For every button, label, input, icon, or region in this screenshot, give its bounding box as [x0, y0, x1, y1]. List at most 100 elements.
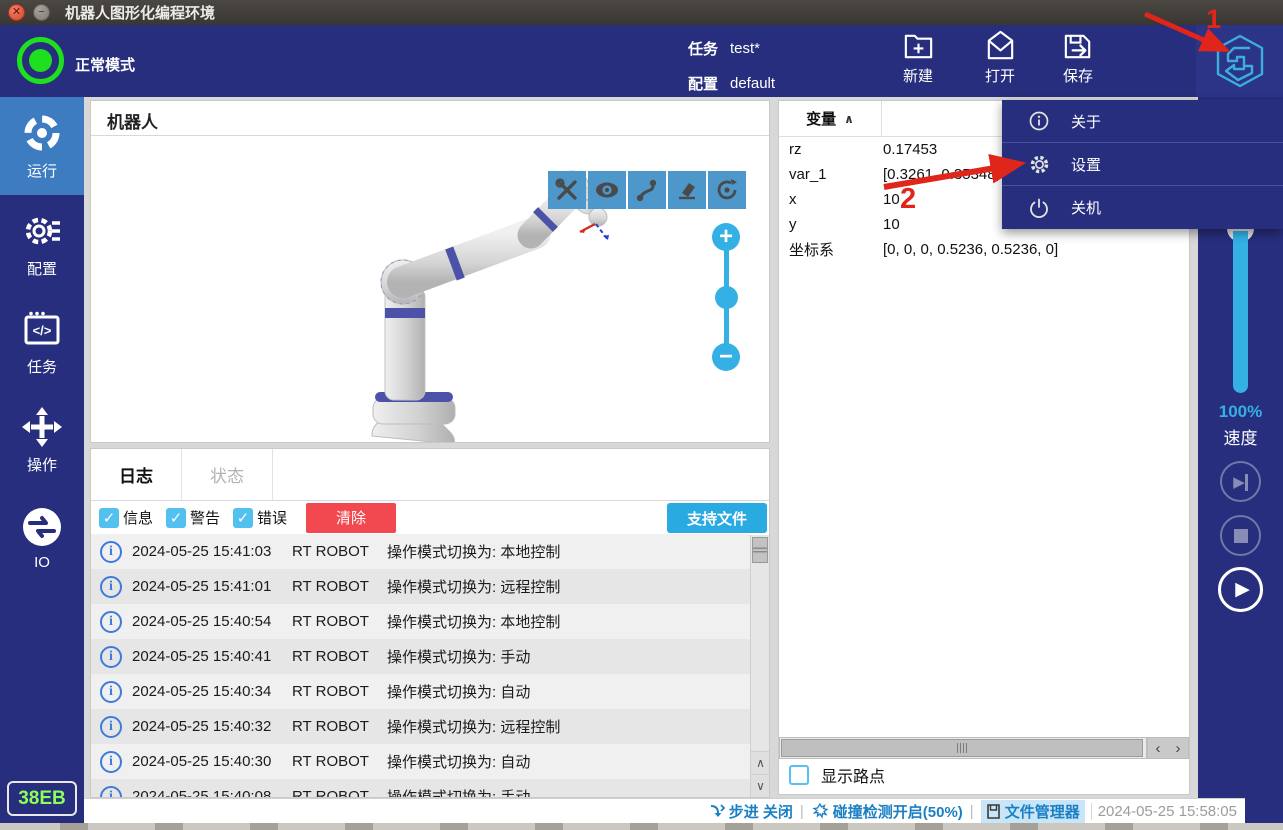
clear-logs-button[interactable]: 清除 — [306, 503, 396, 533]
visibility-button[interactable] — [588, 171, 626, 209]
sidebar-item-config[interactable]: 配置 — [0, 195, 84, 293]
app-menu-button[interactable] — [1196, 25, 1283, 97]
menu-item-settings[interactable]: 设置 — [1002, 143, 1283, 186]
sidebar-item-task[interactable]: </> 任务 — [0, 293, 84, 391]
viewport-toolbar — [548, 171, 746, 209]
show-waypoints-checkbox[interactable] — [789, 765, 809, 785]
desktop-background-strip — [0, 823, 1283, 830]
sidebar-item-io[interactable]: IO — [0, 489, 84, 587]
log-row: i 2024-05-25 15:41:03 RT ROBOT 操作模式切换为: … — [91, 534, 750, 569]
variable-row: 坐标系 [0, 0, 0, 0.5236, 0.5236, 0] — [779, 237, 1189, 262]
task-value: test* — [730, 40, 760, 57]
collision-icon — [811, 803, 829, 819]
info-icon: i — [100, 646, 122, 668]
log-row: i 2024-05-25 15:40:32 RT ROBOT 操作模式切换为: … — [91, 709, 750, 744]
eraser-icon — [674, 177, 700, 203]
path-button[interactable] — [628, 171, 666, 209]
info-icon: i — [100, 751, 122, 773]
config-value: default — [730, 75, 775, 92]
mode-label: 正常模式 — [75, 54, 135, 75]
separator: | — [800, 803, 804, 820]
skip-icon: ▶ — [1233, 473, 1248, 491]
svg-text:</>: </> — [33, 323, 52, 338]
new-folder-icon — [901, 29, 936, 64]
log-panel: 日志 状态 信息 警告 错误 清除 支持文件 i 2024-05-25 15:4… — [90, 448, 770, 798]
status-bar: 步进 关闭 | 碰撞检测开启(50%) | 文件管理器 2024-05-25 1… — [84, 798, 1245, 823]
variables-h-scrollbar-thumb[interactable] — [781, 739, 1143, 757]
speed-slider-track[interactable] — [1233, 231, 1248, 393]
reset-view-button[interactable] — [708, 171, 746, 209]
collision-detection-status[interactable]: 碰撞检测开启(50%) — [811, 801, 963, 822]
erase-button[interactable] — [668, 171, 706, 209]
spline-path-icon — [634, 177, 660, 203]
brand-logo-icon — [1214, 33, 1266, 89]
filter-info-label: 信息 — [123, 507, 153, 528]
save-icon — [1061, 29, 1096, 64]
log-scrollbar[interactable]: ∧ ∨ — [750, 535, 769, 797]
power-icon — [1028, 197, 1050, 219]
show-waypoints-label: 显示路点 — [821, 763, 885, 787]
support-files-button[interactable]: 支持文件 — [667, 503, 767, 533]
info-icon: i — [100, 541, 122, 563]
variables-h-scrollbar[interactable] — [779, 737, 1147, 759]
info-icon: i — [100, 716, 122, 738]
menu-item-shutdown[interactable]: 关机 — [1002, 186, 1283, 229]
log-row: i 2024-05-25 15:40:08 RT ROBOT 操作模式切换为: … — [91, 779, 750, 798]
menu-item-about[interactable]: 关于 — [1002, 100, 1283, 143]
top-app-bar: 正常模式 任务 test* 配置 default 新建 打开 — [0, 25, 1283, 97]
speed-label: 速度 — [1198, 424, 1283, 449]
play-icon: ▶ — [1235, 578, 1250, 601]
config-label: 配置 — [688, 73, 724, 94]
filter-error-label: 错误 — [257, 507, 287, 528]
stop-icon — [1234, 529, 1248, 543]
stop-button[interactable] — [1220, 515, 1261, 556]
log-list: i 2024-05-25 15:41:03 RT ROBOT 操作模式切换为: … — [91, 534, 750, 797]
tools-icon — [554, 177, 580, 203]
log-filter-bar: 信息 警告 错误 清除 支持文件 — [91, 501, 769, 534]
device-id-badge: 38EB — [7, 781, 77, 816]
save-task-button[interactable]: 保存 — [1046, 29, 1110, 95]
nav-sidebar: 运行 配置 </> 任务 操作 — [0, 97, 84, 823]
sidebar-item-run[interactable]: 运行 — [0, 97, 84, 195]
tools-button[interactable] — [548, 171, 586, 209]
zoom-slider-knob[interactable] — [715, 286, 738, 309]
new-task-button[interactable]: 新建 — [886, 29, 950, 95]
zoom-out-button[interactable]: − — [712, 343, 740, 371]
info-icon: i — [100, 681, 122, 703]
show-waypoints-row: 显示路点 — [789, 763, 885, 787]
separator: | — [970, 803, 974, 820]
play-button[interactable]: ▶ — [1218, 567, 1263, 612]
info-icon — [1028, 110, 1050, 132]
step-mode-status[interactable]: 步进 关闭 — [709, 801, 793, 822]
log-tab-bar: 日志 状态 — [91, 449, 769, 501]
tab-log[interactable]: 日志 — [91, 449, 182, 500]
filter-error-checkbox[interactable] — [233, 508, 253, 528]
file-manager-button[interactable]: 文件管理器 — [981, 800, 1085, 823]
code-window-icon: </> — [20, 307, 64, 351]
variables-collapse-toggle[interactable]: 变量 ∧ — [779, 101, 882, 136]
scroll-up-icon[interactable]: ∧ — [751, 751, 770, 774]
close-icon[interactable]: ✕ — [8, 4, 25, 21]
log-row: i 2024-05-25 15:40:54 RT ROBOT 操作模式切换为: … — [91, 604, 750, 639]
sidebar-item-operate[interactable]: 操作 — [0, 391, 84, 489]
scroll-down-icon[interactable]: ∨ — [751, 774, 770, 797]
tab-status[interactable]: 状态 — [182, 449, 273, 500]
filter-warning-label: 警告 — [190, 507, 220, 528]
log-row: i 2024-05-25 15:40:34 RT ROBOT 操作模式切换为: … — [91, 674, 750, 709]
filter-info-checkbox[interactable] — [99, 508, 119, 528]
open-task-button[interactable]: 打开 — [968, 29, 1032, 95]
open-file-icon — [983, 29, 1018, 64]
minimize-icon[interactable]: − — [33, 4, 50, 21]
step-mode-icon — [709, 803, 725, 819]
run-icon — [20, 111, 64, 155]
log-scrollbar-thumb[interactable] — [752, 537, 768, 563]
eye-icon — [594, 177, 620, 203]
robot-3d-viewport[interactable]: + − — [91, 136, 769, 442]
mode-status-icon — [17, 37, 64, 84]
step-next-button[interactable]: ▶ — [1220, 461, 1261, 502]
scroll-left-icon[interactable]: ‹ — [1148, 738, 1168, 758]
filter-warning-checkbox[interactable] — [166, 508, 186, 528]
zoom-in-button[interactable]: + — [712, 223, 740, 251]
log-row: i 2024-05-25 15:40:30 RT ROBOT 操作模式切换为: … — [91, 744, 750, 779]
scroll-right-icon[interactable]: › — [1168, 738, 1188, 758]
